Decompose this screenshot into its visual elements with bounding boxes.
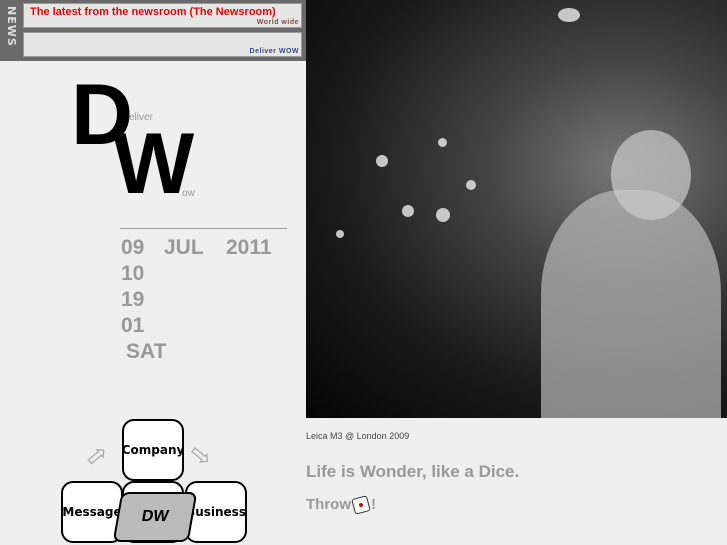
news-tab-label: NEWS: [5, 6, 18, 47]
throw-suffix: !: [371, 496, 376, 513]
date-line: 01: [121, 314, 145, 337]
throw-label: Throw: [306, 496, 351, 513]
date-day: 09: [121, 236, 145, 259]
diagram-node-business: Business: [185, 481, 247, 543]
diagram-node-company: Company: [122, 419, 184, 481]
divider: [120, 228, 287, 229]
hero-photo: [306, 0, 727, 418]
throw-dice-button[interactable]: Throw !: [306, 494, 376, 515]
date-line: 10: [121, 262, 145, 285]
logo-sub-deliver: eliver: [129, 112, 153, 123]
photo-caption: Leica M3 @ London 2009: [306, 431, 410, 441]
news-panel: NEWS The latest from the newsroom (The N…: [0, 0, 306, 61]
arrow-icon: ⇨: [78, 436, 115, 474]
date-line: 19: [121, 288, 145, 311]
date-year: 2011: [226, 236, 272, 259]
news-tag: World wide: [256, 19, 299, 26]
news-tag: Deliver WOW: [249, 48, 299, 55]
date-month: JUL: [164, 236, 204, 259]
arrow-icon: ⇨: [183, 436, 220, 474]
dw-cube-logo: DW: [112, 492, 198, 542]
news-headline-link[interactable]: The latest from the newsroom (The Newsro…: [30, 6, 276, 18]
news-item[interactable]: The latest from the newsroom (The Newsro…: [23, 3, 302, 28]
logo-sub-wow: ow: [182, 188, 195, 199]
date-weekday: SAT: [126, 340, 167, 363]
slogan: Life is Wonder, like a Dice.: [306, 462, 520, 481]
dice-icon[interactable]: [351, 494, 371, 515]
news-item[interactable]: Deliver WOW: [23, 32, 302, 57]
